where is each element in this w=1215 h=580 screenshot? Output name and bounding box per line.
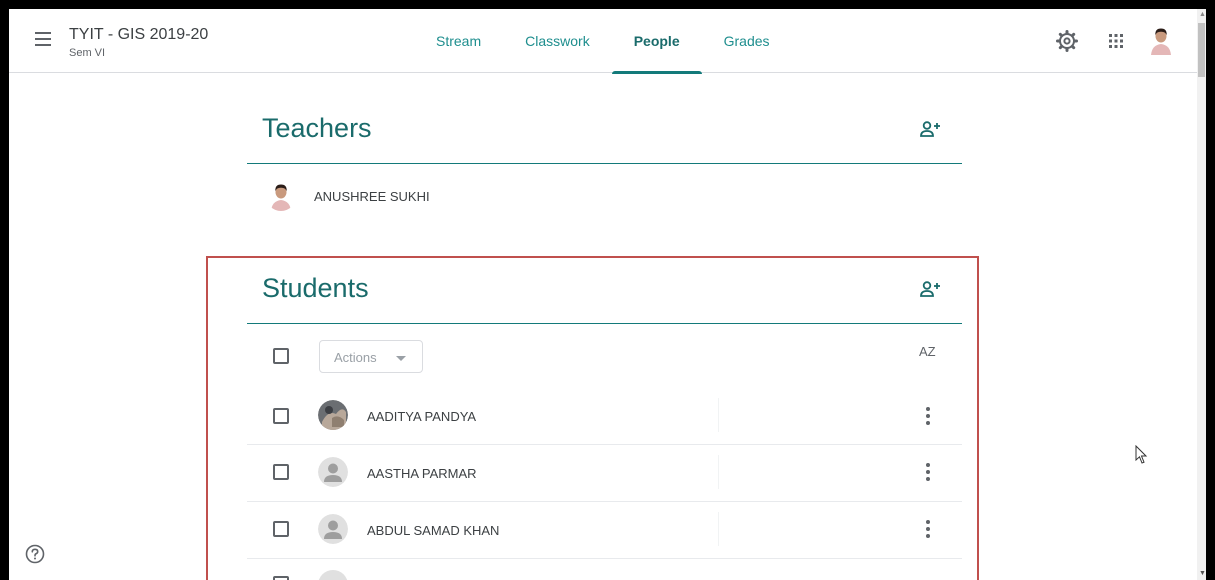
student-name[interactable]: AADITYA PANDYA — [367, 409, 476, 424]
teacher-name: ANUSHREE SUKHI — [314, 189, 430, 204]
class-subtitle: Sem VI — [69, 47, 106, 59]
top-bar: TYIT - GIS 2019-20 Sem VI Stream Classwo… — [9, 9, 1197, 74]
more-options-icon[interactable] — [921, 463, 935, 483]
app-frame: TYIT - GIS 2019-20 Sem VI Stream Classwo… — [9, 9, 1206, 580]
more-options-icon[interactable] — [921, 520, 935, 540]
row-separator — [718, 455, 719, 489]
student-checkbox[interactable] — [273, 521, 289, 537]
scroll-down-icon[interactable]: ▼ — [1199, 570, 1206, 578]
help-icon[interactable] — [25, 544, 45, 564]
row-separator — [718, 398, 719, 432]
tab-people[interactable]: People — [611, 9, 702, 74]
student-checkbox[interactable] — [273, 576, 289, 580]
row-separator — [718, 512, 719, 546]
student-checkbox[interactable] — [273, 464, 289, 480]
invite-student-icon[interactable] — [919, 280, 941, 298]
main-menu-icon[interactable] — [35, 32, 51, 46]
class-title[interactable]: TYIT - GIS 2019-20 — [69, 26, 208, 44]
sort-az-button[interactable]: AZ — [919, 344, 936, 359]
mouse-cursor-icon — [1135, 445, 1148, 464]
select-all-checkbox[interactable] — [273, 348, 289, 364]
actions-dropdown[interactable]: Actions — [319, 340, 423, 373]
table-row-divider — [247, 501, 962, 502]
student-avatar — [318, 457, 348, 487]
sort-icon: AZ — [919, 344, 936, 359]
students-divider — [247, 323, 962, 324]
teachers-heading: Teachers — [262, 113, 372, 143]
student-name[interactable]: AASTHA PARMAR — [367, 466, 477, 481]
student-checkbox[interactable] — [273, 408, 289, 424]
student-name[interactable]: ABDUL SAMAD KHAN — [367, 523, 499, 538]
page-scrollbar[interactable]: ▲ ▼ — [1197, 9, 1206, 580]
scroll-up-icon[interactable]: ▲ — [1199, 11, 1206, 19]
gear-icon[interactable] — [1055, 29, 1079, 53]
scrollbar-thumb[interactable] — [1198, 23, 1205, 77]
class-tabs: Stream Classwork People Grades — [414, 9, 792, 74]
more-options-icon[interactable] — [921, 407, 935, 427]
teacher-avatar — [266, 181, 296, 211]
tab-classwork[interactable]: Classwork — [503, 9, 612, 73]
teachers-divider — [247, 163, 962, 164]
apps-grid-icon[interactable] — [1104, 29, 1128, 53]
student-avatar — [318, 514, 348, 544]
students-heading: Students — [262, 273, 369, 303]
actions-label: Actions — [334, 350, 377, 365]
add-teacher-icon[interactable] — [919, 120, 941, 138]
tab-grades[interactable]: Grades — [702, 9, 792, 73]
table-row-divider — [247, 444, 962, 445]
account-avatar[interactable] — [1146, 25, 1176, 55]
chevron-down-icon — [396, 356, 406, 361]
student-avatar — [318, 400, 348, 430]
table-row-divider — [247, 558, 962, 559]
tab-stream[interactable]: Stream — [414, 9, 503, 73]
